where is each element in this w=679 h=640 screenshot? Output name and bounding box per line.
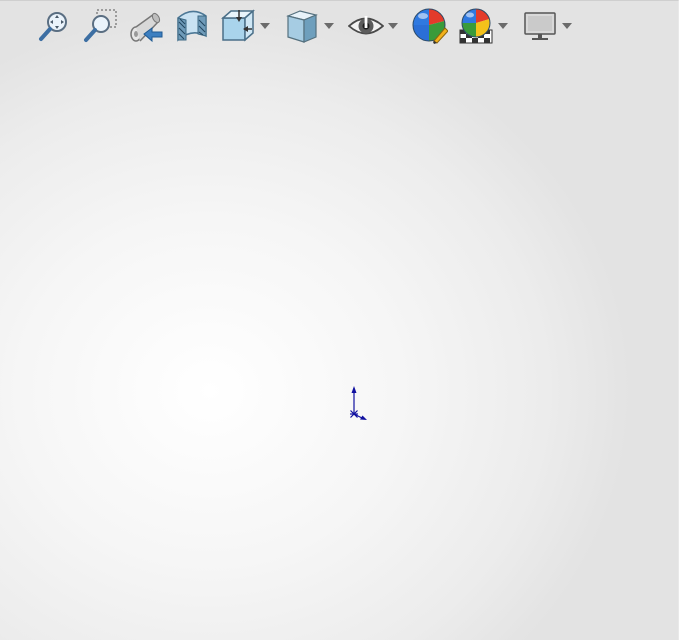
view-settings-monitor-icon [524, 12, 556, 40]
apply-scene-icon [459, 8, 493, 44]
zoom-to-fit-icon [39, 12, 67, 41]
edit-appearance-icon [412, 8, 448, 44]
chevron-down-icon [388, 23, 398, 29]
zoom-to-area-icon [84, 9, 117, 42]
display-style-icon [286, 10, 318, 43]
section-view-button[interactable] [172, 6, 212, 46]
heads-up-view-toolbar [34, 4, 584, 48]
display-style-button[interactable] [282, 6, 322, 46]
view-settings-dropdown[interactable] [562, 6, 576, 46]
view-settings-button[interactable] [520, 6, 560, 46]
origin-triad-icon [350, 386, 367, 420]
chevron-down-icon [562, 23, 572, 29]
apply-scene-dropdown[interactable] [498, 6, 512, 46]
apply-scene-button[interactable] [456, 6, 496, 46]
chevron-down-icon [498, 23, 508, 29]
previous-view-icon [130, 12, 163, 43]
hide-show-items-button[interactable] [346, 6, 386, 46]
edit-appearance-button[interactable] [410, 6, 450, 46]
chevron-down-icon [260, 23, 270, 29]
hide-show-eye-icon [348, 16, 384, 35]
previous-view-button[interactable] [126, 6, 166, 46]
display-style-dropdown[interactable] [324, 6, 338, 46]
graphics-area[interactable] [0, 0, 679, 640]
zoom-to-area-button[interactable] [80, 6, 120, 46]
hide-show-items-dropdown[interactable] [388, 6, 402, 46]
view-orientation-icon [221, 9, 255, 42]
view-orientation-button[interactable] [218, 6, 258, 46]
zoom-to-fit-button[interactable] [34, 6, 74, 46]
view-orientation-dropdown[interactable] [260, 6, 274, 46]
section-view-icon [177, 10, 207, 42]
chevron-down-icon [324, 23, 334, 29]
